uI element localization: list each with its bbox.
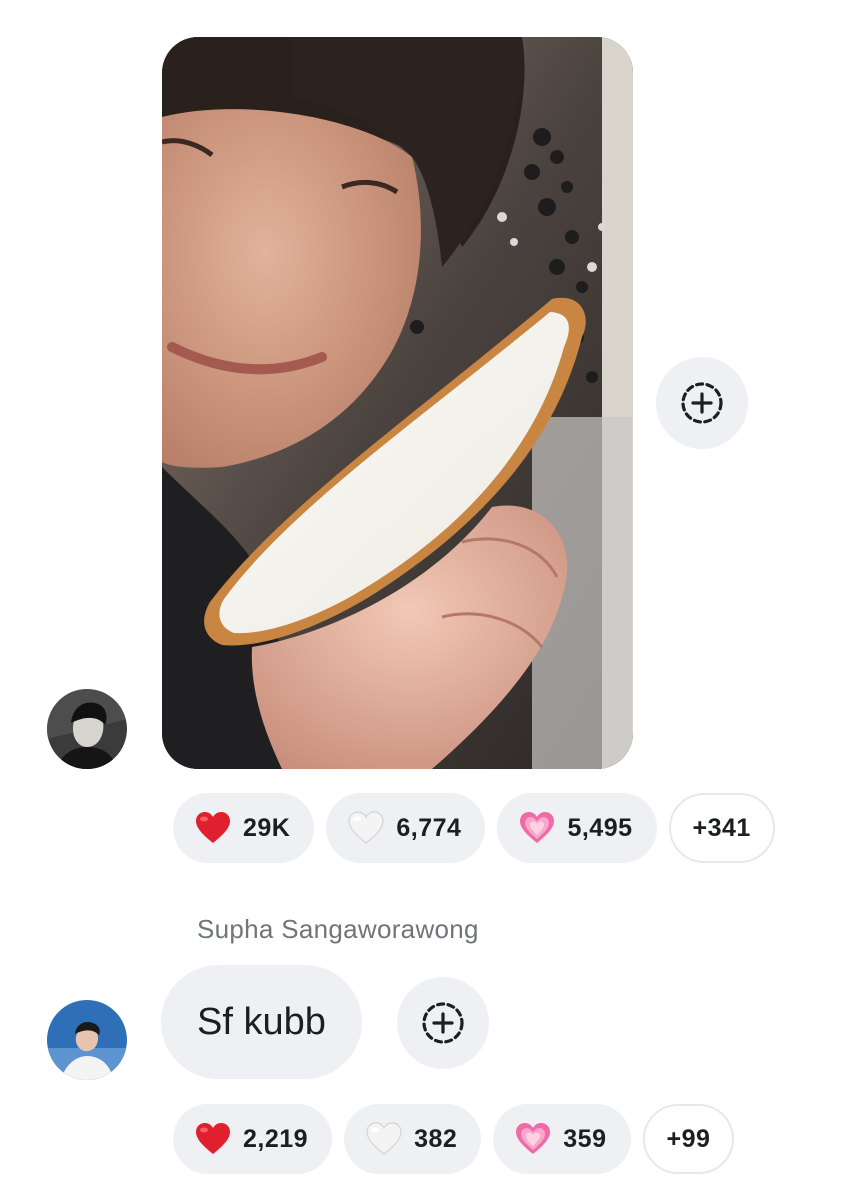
avatar-image — [47, 1000, 127, 1080]
photo-image — [162, 37, 633, 769]
sparkling-heart-icon — [520, 812, 555, 843]
more-reactions-count: +99 — [666, 1124, 711, 1153]
reaction-bar: 29K 6,774 5,495 +341 — [173, 793, 775, 863]
red-heart-icon — [196, 1123, 230, 1154]
message-text: Sf kubb — [197, 1000, 326, 1043]
sender-avatar[interactable] — [47, 689, 127, 769]
reaction-count: 382 — [414, 1124, 458, 1153]
white-heart-icon — [366, 1122, 402, 1155]
reaction-sparkling-heart[interactable]: 359 — [493, 1104, 631, 1174]
more-reactions-count: +341 — [692, 813, 751, 842]
reaction-count: 359 — [563, 1124, 607, 1153]
avatar-image — [47, 689, 127, 769]
reaction-red-heart[interactable]: 2,219 — [173, 1104, 333, 1174]
white-heart-icon — [348, 811, 384, 844]
reaction-white-heart[interactable]: 6,774 — [326, 793, 486, 863]
reaction-count: 6,774 — [396, 813, 462, 842]
add-reaction-icon — [681, 382, 723, 424]
reaction-count: 5,495 — [567, 813, 633, 842]
reaction-red-heart[interactable]: 29K — [173, 793, 315, 863]
add-reaction-icon — [422, 1002, 464, 1044]
reaction-sparkling-heart[interactable]: 5,495 — [497, 793, 657, 863]
reaction-white-heart[interactable]: 382 — [344, 1104, 482, 1174]
more-reactions-button[interactable]: +341 — [668, 793, 775, 863]
add-reaction-button[interactable] — [656, 357, 748, 449]
add-reaction-button[interactable] — [397, 977, 489, 1069]
reaction-bar: 2,219 382 359 +99 — [173, 1104, 735, 1174]
photo-message[interactable] — [162, 37, 633, 769]
reaction-count: 2,219 — [243, 1124, 309, 1153]
sender-name: Supha Sangaworawong — [197, 914, 479, 944]
more-reactions-button[interactable]: +99 — [642, 1104, 735, 1174]
red-heart-icon — [196, 812, 230, 843]
sender-avatar[interactable] — [47, 1000, 127, 1080]
sparkling-heart-icon — [516, 1123, 551, 1154]
reaction-count: 29K — [243, 813, 291, 842]
text-message-bubble[interactable]: Sf kubb — [161, 965, 362, 1079]
